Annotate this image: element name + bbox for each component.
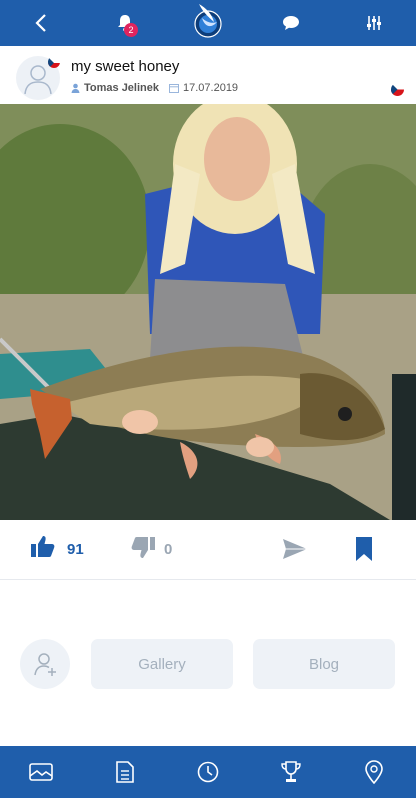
bottom-nav [0,746,416,798]
bookmark-icon [356,537,372,561]
tab-history[interactable] [183,746,233,798]
filter-button[interactable] [351,0,397,46]
post-actions: 91 0 [0,520,416,580]
chat-icon [283,16,299,30]
clock-icon [197,761,219,783]
post-title: my sweet honey [71,58,180,75]
tab-locations[interactable] [349,746,399,798]
trophy-icon [281,761,301,782]
notification-badge: 2 [124,23,138,37]
document-icon [116,761,134,783]
dislike-button[interactable] [130,536,160,566]
like-count: 91 [67,541,84,558]
add-user-icon [34,653,56,676]
calendar-icon [169,84,179,93]
post-date: 17.07.2019 [183,82,239,94]
dislike-count: 0 [164,541,173,558]
notifications-button[interactable] [102,0,148,46]
author-name[interactable]: Tomas Jelinek [84,82,159,94]
thumbs-up-icon [31,536,55,557]
location-icon [365,760,383,784]
app-logo[interactable] [190,0,226,44]
post-header: my sweet honey Tomas Jelinek 17.07.2019 [0,48,416,104]
chat-button[interactable] [268,0,314,46]
tab-gallery[interactable] [16,746,66,798]
tab-documents[interactable] [100,746,150,798]
share-button[interactable] [282,538,310,562]
filter-icon [367,16,381,30]
gallery-button[interactable]: Gallery [91,639,233,689]
country-flag-icon [391,83,404,96]
send-icon [283,539,307,559]
post-meta: Tomas Jelinek 17.07.2019 [71,82,238,94]
follow-user-button[interactable] [20,639,70,689]
back-icon [35,14,46,32]
tab-trophies[interactable] [266,746,316,798]
country-flag-icon [48,56,60,68]
like-button[interactable] [30,534,60,564]
thumbs-down-icon [131,537,155,558]
bookmark-button[interactable] [354,536,376,564]
gallery-icon [29,763,53,781]
post-photo[interactable] [0,104,416,520]
top-bar: 2 [0,0,416,46]
author-icon [71,83,80,93]
blog-button[interactable]: Blog [253,639,395,689]
back-button[interactable] [18,0,64,46]
